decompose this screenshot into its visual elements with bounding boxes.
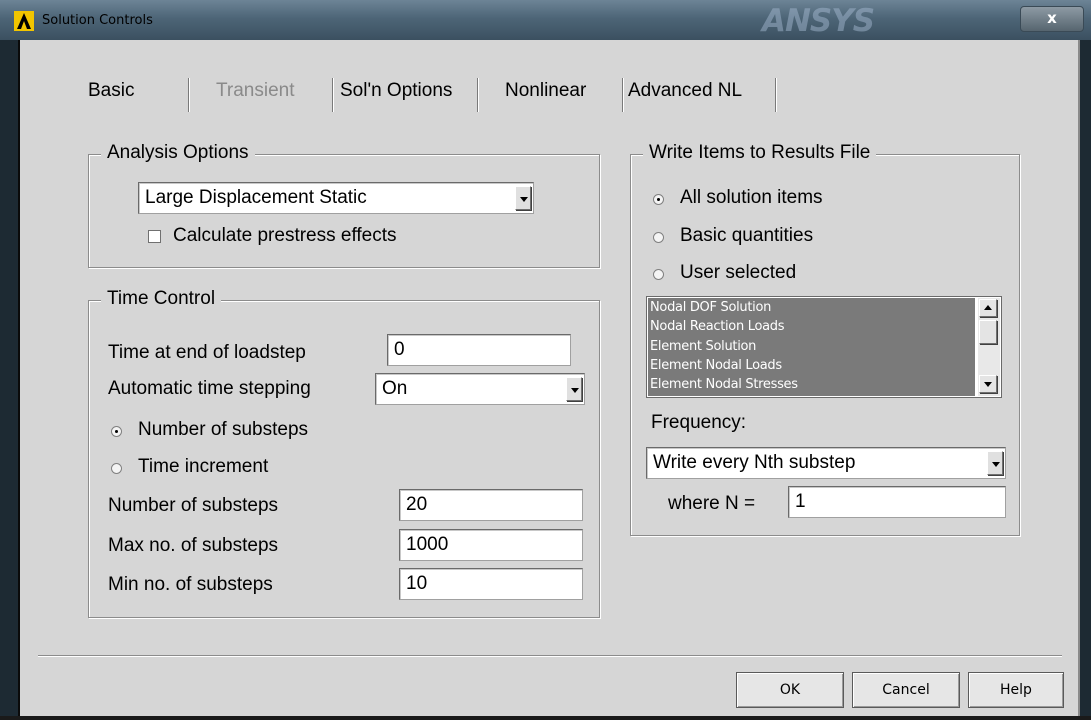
window-title: Solution Controls: [42, 13, 153, 28]
min-substeps-value: 10: [406, 573, 428, 594]
analysis-type-select[interactable]: Large Displacement Static: [138, 182, 534, 214]
frequency-value: Write every Nth substep: [653, 452, 856, 473]
radio-user-selected-label: User selected: [680, 262, 797, 283]
tab-separator: [188, 78, 190, 112]
list-item[interactable]: Element Solution: [650, 339, 756, 354]
num-substeps-input[interactable]: 20: [399, 489, 583, 521]
tab-basic[interactable]: Basic: [88, 80, 134, 102]
list-item[interactable]: Element Nodal Stresses: [650, 377, 798, 392]
tab-nonlinear[interactable]: Nonlinear: [505, 80, 586, 102]
time-control-group: Time Control Time at end of loadstep 0 A…: [88, 288, 600, 618]
results-file-legend: Write Items to Results File: [643, 142, 877, 164]
list-scrollbar[interactable]: [978, 298, 1000, 396]
radio-time-increment[interactable]: [111, 463, 122, 474]
list-item[interactable]: Element Nodal Loads: [650, 358, 782, 373]
frequency-select[interactable]: Write every Nth substep: [646, 447, 1006, 479]
chevron-down-icon[interactable]: [566, 377, 582, 401]
min-substeps-input[interactable]: 10: [399, 568, 583, 600]
analysis-type-value: Large Displacement Static: [145, 187, 367, 208]
radio-user-selected[interactable]: [653, 269, 664, 280]
auto-step-select[interactable]: On: [375, 373, 585, 405]
tab-separator: [775, 78, 777, 112]
dialog-body: Basic Transient Sol'n Options Nonlinear …: [18, 40, 1080, 720]
results-file-group: Write Items to Results File All solution…: [630, 142, 1020, 536]
auto-step-value: On: [382, 378, 408, 399]
scroll-thumb[interactable]: [979, 320, 997, 344]
ok-button[interactable]: OK: [736, 672, 844, 708]
prestress-checkbox[interactable]: [148, 230, 161, 243]
tab-separator: [477, 78, 479, 112]
scroll-down-arrow-icon[interactable]: [979, 375, 997, 393]
n-value: 1: [795, 491, 806, 512]
radio-basic-quantities-label: Basic quantities: [680, 225, 814, 246]
num-substeps-label: Number of substeps: [108, 495, 279, 516]
end-time-label: Time at end of loadstep: [108, 342, 306, 363]
tab-separator: [332, 78, 334, 112]
ansys-logo-icon: [14, 11, 34, 31]
list-item[interactable]: Nodal Reaction Loads: [650, 319, 785, 334]
button-separator: [38, 655, 1062, 657]
num-substeps-value: 20: [406, 494, 428, 515]
tab-advanced-nl[interactable]: Advanced NL: [628, 80, 742, 102]
end-time-input[interactable]: 0: [387, 334, 571, 366]
cancel-button[interactable]: Cancel: [852, 672, 960, 708]
solution-controls-window: Solution Controls ANSYS x Basic Transien…: [0, 0, 1091, 720]
title-bar[interactable]: Solution Controls ANSYS x: [0, 0, 1091, 40]
max-substeps-label: Max no. of substeps: [108, 535, 279, 556]
n-label: where N =: [668, 493, 756, 514]
radio-time-increment-label: Time increment: [138, 456, 269, 477]
prestress-label: Calculate prestress effects: [173, 225, 397, 246]
radio-basic-quantities[interactable]: [653, 232, 664, 243]
ansys-brand-watermark: ANSYS: [762, 3, 875, 39]
radio-number-of-substeps[interactable]: [111, 426, 122, 437]
results-items-listbox[interactable]: Nodal DOF Solution Nodal Reaction Loads …: [646, 296, 1002, 398]
chevron-down-icon[interactable]: [515, 186, 531, 210]
tab-separator: [622, 78, 624, 112]
end-time-value: 0: [394, 339, 405, 360]
frequency-label: Frequency:: [651, 412, 747, 433]
window-bottom-border: [0, 716, 1091, 720]
chevron-down-icon[interactable]: [987, 451, 1003, 475]
max-substeps-input[interactable]: 1000: [399, 529, 583, 561]
max-substeps-value: 1000: [406, 534, 449, 555]
radio-all-solution-items-label: All solution items: [680, 187, 823, 208]
tab-transient: Transient: [216, 80, 295, 101]
auto-step-label: Automatic time stepping: [108, 378, 311, 399]
min-substeps-label: Min no. of substeps: [108, 574, 273, 595]
close-button[interactable]: x: [1020, 6, 1084, 32]
scroll-up-arrow-icon[interactable]: [979, 299, 997, 317]
radio-number-of-substeps-label: Number of substeps: [138, 419, 309, 440]
time-control-legend: Time Control: [101, 288, 222, 310]
analysis-options-legend: Analysis Options: [101, 142, 255, 164]
list-item[interactable]: Nodal DOF Solution: [650, 300, 771, 315]
n-input[interactable]: 1: [788, 486, 1006, 518]
radio-all-solution-items[interactable]: [653, 194, 664, 205]
help-button[interactable]: Help: [968, 672, 1064, 708]
analysis-options-group: Analysis Options Large Displacement Stat…: [88, 142, 600, 268]
tab-soln-options[interactable]: Sol'n Options: [340, 80, 452, 102]
results-items-list: Nodal DOF Solution Nodal Reaction Loads …: [648, 298, 975, 396]
